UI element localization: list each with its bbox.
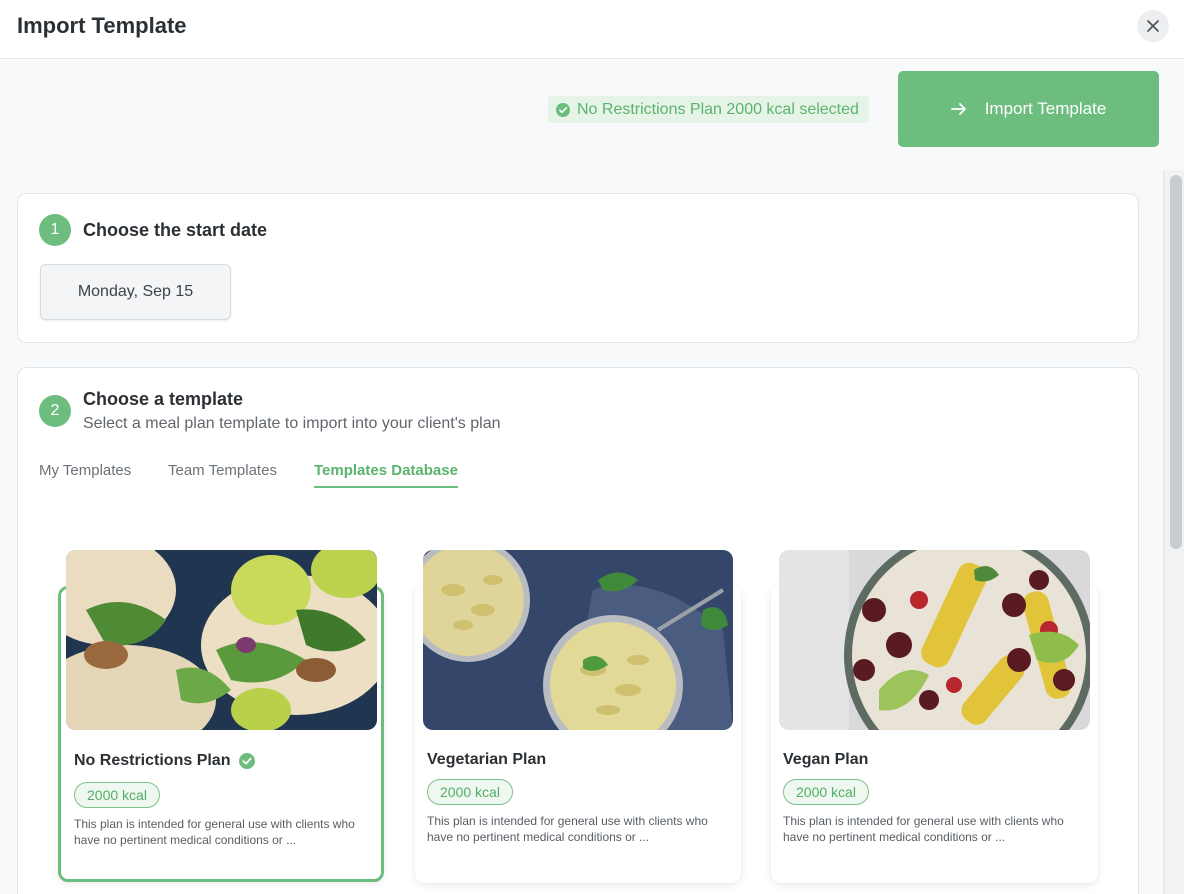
template-name-vegetarian: Vegetarian Plan	[427, 751, 546, 769]
template-name-label: Vegetarian Plan	[427, 751, 547, 768]
import-template-label: Import Template	[984, 99, 1107, 118]
template-description: This plan is intended for general use wi…	[427, 814, 708, 844]
template-image-no-restrictions	[66, 550, 377, 730]
selection-status-badge: No Restrictions Plan 2000 kcal selected	[548, 96, 869, 123]
start-date-heading: Choose the start date	[83, 220, 268, 240]
template-name-vegan: Vegan Plan	[783, 751, 868, 769]
check-circle-icon	[239, 753, 256, 769]
check-circle-icon	[556, 102, 570, 117]
step-number-2: 2	[39, 395, 71, 427]
selection-status-text: No Restrictions Plan 2000 kcal selected	[577, 100, 859, 118]
step-number-1: 1	[39, 214, 71, 246]
kcal-badge: 2000 kcal	[783, 779, 869, 805]
kcal-badge: 2000 kcal	[427, 779, 513, 805]
kcal-badge: 2000 kcal	[74, 782, 160, 808]
template-heading: Choose a template	[83, 389, 244, 409]
template-image-vegan	[779, 550, 1090, 730]
template-name-no-restrictions: No Restrictions Plan	[74, 752, 256, 770]
import-template-button[interactable]: Import Template	[898, 71, 1159, 147]
dialog-header: Import Template	[0, 0, 1184, 59]
template-subtitle: Select a meal plan template to import in…	[83, 415, 501, 432]
template-name-label: No Restrictions Plan	[74, 752, 231, 769]
tab-team-templates[interactable]: Team Templates	[168, 462, 277, 479]
dialog-title: Import Template	[17, 13, 187, 38]
close-button[interactable]	[1137, 10, 1169, 42]
start-date-section: 1 Choose the start date Monday, Sep 15	[17, 193, 1139, 343]
template-description: This plan is intended for general use wi…	[74, 817, 355, 847]
close-icon	[1147, 20, 1159, 32]
scrollbar-thumb[interactable]	[1170, 175, 1182, 549]
arrow-right-icon	[950, 103, 966, 115]
start-date-picker[interactable]: Monday, Sep 15	[40, 264, 231, 320]
tab-templates-database[interactable]: Templates Database	[314, 462, 458, 488]
template-description: This plan is intended for general use wi…	[783, 814, 1064, 844]
tab-my-templates[interactable]: My Templates	[39, 462, 131, 479]
template-image-vegetarian	[423, 550, 733, 730]
template-name-label: Vegan Plan	[783, 751, 869, 768]
